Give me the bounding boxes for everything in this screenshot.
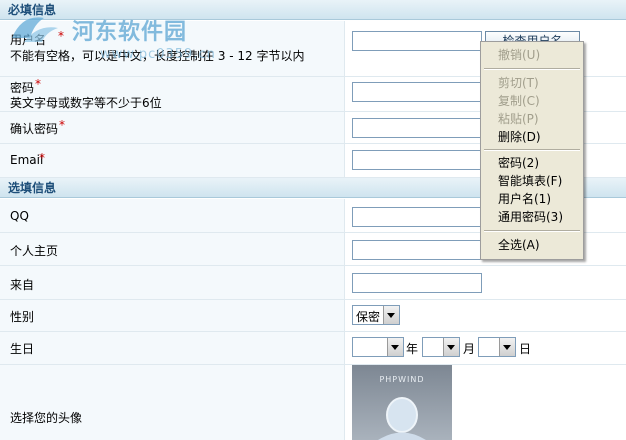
watermark-title: 河东软件园 — [72, 20, 188, 45]
row-gender: 性别 保密 — [0, 300, 626, 332]
menu-item-delete[interactable]: 删除(D) — [498, 129, 541, 145]
menu-item-select-all[interactable]: 全选(A) — [498, 237, 540, 253]
birth-year-select[interactable] — [352, 337, 404, 357]
menu-separator — [484, 149, 580, 151]
chevron-down-icon — [499, 338, 515, 356]
label-cell-confirm-password: 确认密码 * — [0, 112, 345, 143]
watermark-url: www.pc0359.cn — [100, 47, 216, 62]
birthday-label: 生日 — [10, 342, 35, 356]
year-unit: 年 — [406, 342, 419, 356]
user-silhouette-icon — [378, 397, 426, 440]
required-mark: * — [39, 151, 45, 165]
menu-item-common-password[interactable]: 通用密码(3) — [498, 209, 563, 225]
day-unit: 日 — [519, 342, 532, 356]
month-unit: 月 — [463, 342, 476, 356]
menu-item-undo[interactable]: 撤销(U) — [498, 47, 540, 63]
birth-day-select[interactable] — [478, 337, 516, 357]
from-input[interactable] — [352, 273, 482, 293]
qq-input[interactable] — [352, 207, 482, 227]
label-cell-homepage: 个人主页 — [0, 233, 345, 265]
label-cell-avatar: 选择您的头像 — [0, 365, 345, 440]
chevron-down-icon — [387, 338, 403, 356]
label-cell-from: 来自 — [0, 266, 345, 299]
homepage-label: 个人主页 — [10, 244, 59, 258]
password-hint: 英文字母或数字等不少于6位 — [10, 96, 162, 110]
label-cell-birthday: 生日 — [0, 332, 345, 364]
from-label: 来自 — [10, 278, 35, 292]
watermark-logo-icon — [12, 17, 58, 42]
menu-item-copy[interactable]: 复制(C) — [498, 93, 540, 109]
label-cell-password: 密码 * 英文字母或数字等不少于6位 — [0, 77, 345, 111]
required-mark: * — [59, 118, 65, 132]
confirm-password-input[interactable] — [352, 118, 482, 138]
row-avatar: 选择您的头像 — [0, 365, 626, 440]
label-cell-qq: QQ — [0, 199, 345, 232]
avatar-preview[interactable]: PHPWIND — [352, 365, 452, 440]
row-from: 来自 — [0, 266, 626, 300]
menu-item-paste[interactable]: 粘贴(P) — [498, 111, 539, 127]
qq-label: QQ — [10, 209, 29, 223]
menu-item-smart-fill[interactable]: 智能填表(F) — [498, 173, 562, 189]
menu-separator — [484, 230, 580, 232]
homepage-input[interactable] — [352, 240, 482, 260]
gender-label: 性别 — [10, 310, 35, 324]
confirm-password-label: 确认密码 — [10, 122, 59, 136]
email-input[interactable] — [352, 150, 482, 170]
gender-select[interactable]: 保密 — [352, 305, 400, 325]
label-cell-gender: 性别 — [0, 300, 345, 331]
password-input[interactable] — [352, 82, 482, 102]
chevron-down-icon — [443, 338, 459, 356]
row-birthday: 生日 年 月 日 — [0, 332, 626, 365]
menu-item-password[interactable]: 密码(2) — [498, 155, 539, 171]
birth-month-select[interactable] — [422, 337, 460, 357]
required-mark: * — [35, 77, 41, 91]
username-input[interactable] — [352, 31, 482, 51]
section-optional-title: 选填信息 — [8, 181, 57, 195]
avatar-label: 选择您的头像 — [10, 411, 83, 425]
menu-item-username[interactable]: 用户名(1) — [498, 191, 551, 207]
label-cell-email: Email * — [0, 144, 345, 177]
menu-separator — [484, 68, 580, 70]
menu-item-cut[interactable]: 剪切(T) — [498, 75, 539, 91]
chevron-down-icon — [383, 306, 399, 324]
context-menu: 撤销(U) 剪切(T) 复制(C) 粘贴(P) 删除(D) 密码(2) 智能填表… — [480, 41, 584, 260]
gender-selected-value: 保密 — [356, 310, 381, 324]
